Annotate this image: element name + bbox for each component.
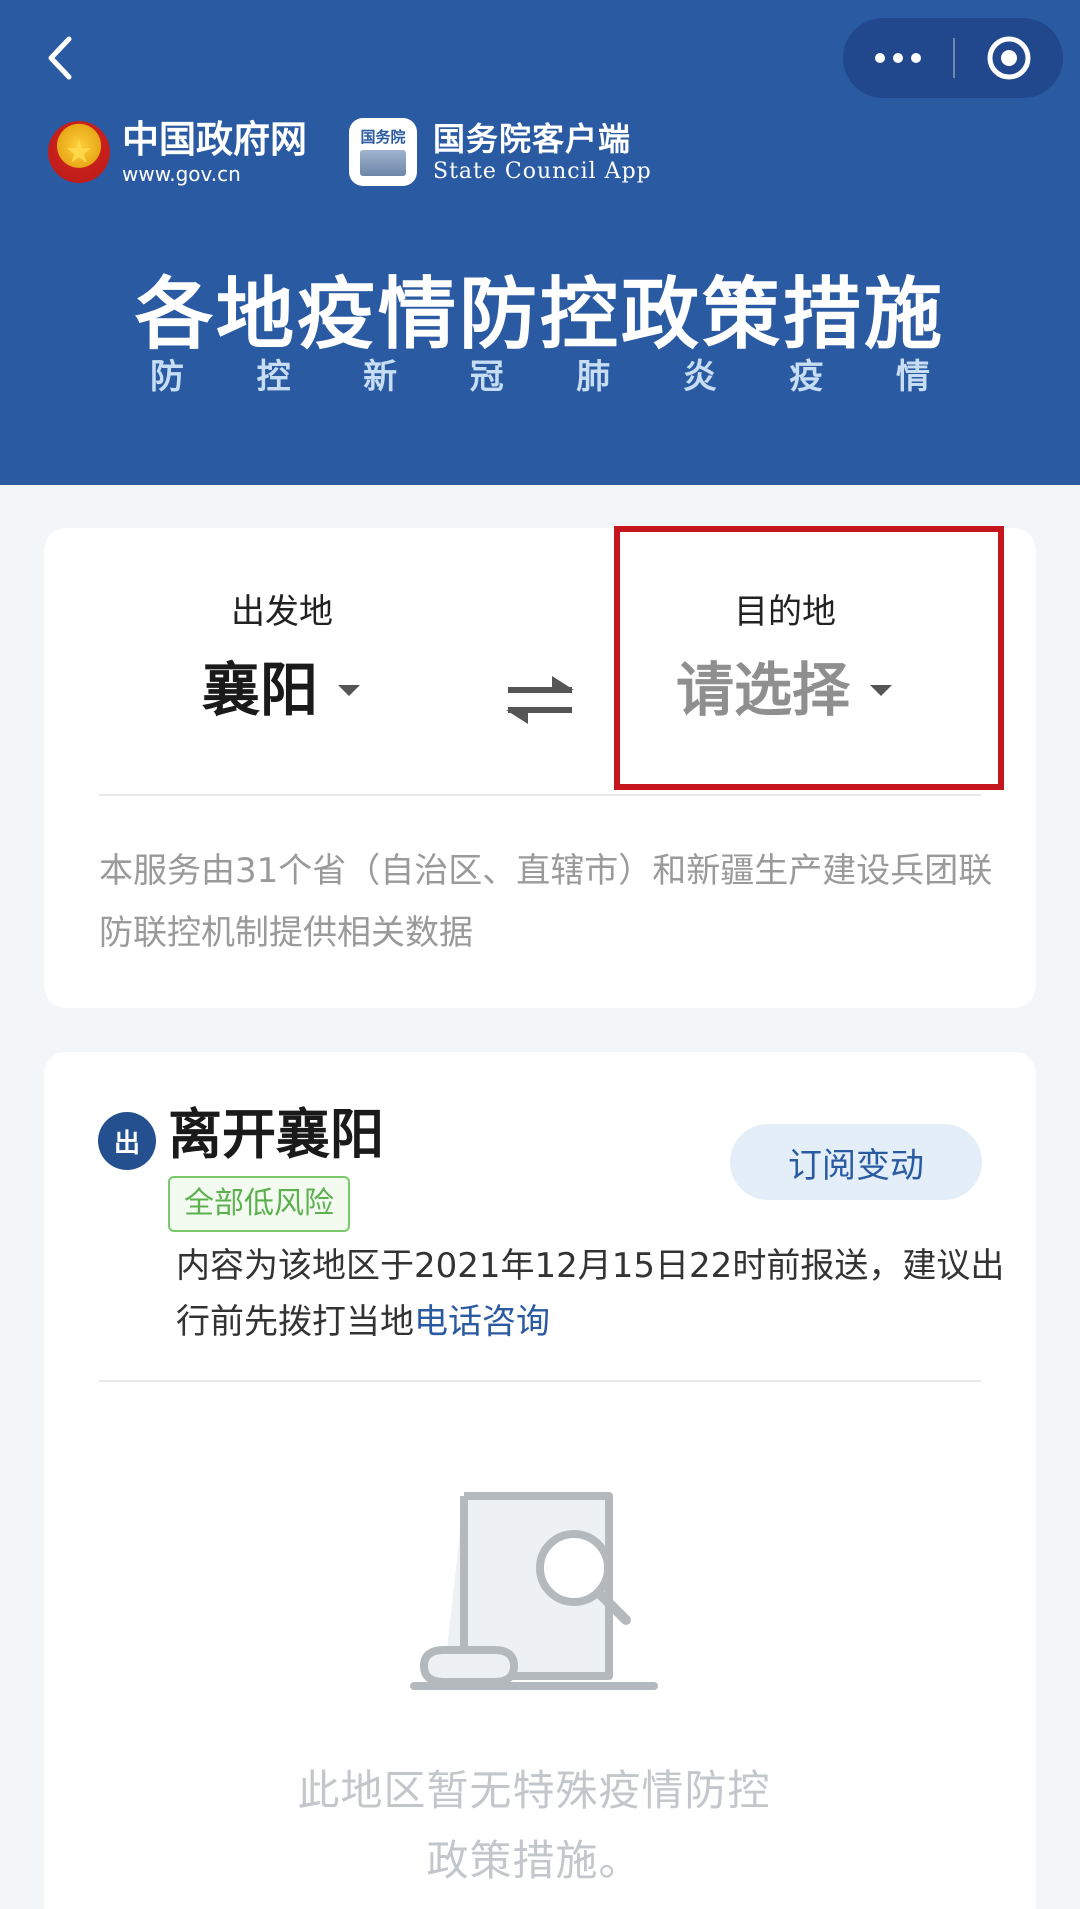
app-name: 国务院客户端 xyxy=(433,120,632,158)
report-info: 内容为该地区于2021年12月15日22时前报送，建议出行前先拨打当地电话咨询 xyxy=(176,1238,1006,1350)
subtitle-char: 疫 xyxy=(789,357,824,397)
close-button[interactable] xyxy=(955,18,1063,98)
document-search-icon xyxy=(410,1492,658,1690)
risk-level-tag: 全部低风险 xyxy=(168,1176,350,1232)
report-info-text: 内容为该地区于2021年12月15日22时前报送，建议出行前先拨打当地 xyxy=(176,1246,1005,1342)
empty-state-text: 此地区暂无特殊疫情防控 政策措施。 xyxy=(234,1756,834,1896)
subtitle-char: 肺 xyxy=(576,357,611,397)
target-icon xyxy=(987,36,1031,80)
page-title: 各地疫情防控政策措施 xyxy=(134,270,945,360)
divider xyxy=(99,1380,981,1382)
app-subname: State Council App xyxy=(433,159,652,184)
state-council-app-icon: 国务院 xyxy=(349,118,417,186)
route-card: 出发地 襄阳 目的地 请选择 本服务由31个省（自治区、直辖市）和新疆生产建设兵… xyxy=(44,526,1036,1008)
phone-consult-link[interactable]: 电话咨询 xyxy=(414,1302,550,1342)
destination-highlight-box xyxy=(614,526,1004,790)
national-emblem-icon xyxy=(48,121,110,183)
gov-site-url: www.gov.cn xyxy=(122,162,241,186)
back-button[interactable] xyxy=(30,28,90,88)
mini-program-capsule xyxy=(843,18,1063,98)
divider xyxy=(99,794,981,796)
more-dots-icon xyxy=(875,53,885,63)
subtitle-char: 控 xyxy=(256,357,291,397)
back-chevron-icon xyxy=(48,36,72,80)
logo-row: 中国政府网 www.gov.cn 国务院 国务院客户端 State Counci… xyxy=(48,112,652,192)
empty-line-2: 政策措施。 xyxy=(426,1836,642,1885)
origin-selector[interactable]: 襄阳 xyxy=(202,656,361,724)
subtitle-char: 炎 xyxy=(682,357,717,397)
caret-down-icon xyxy=(338,684,361,696)
app-icon-text: 国务院 xyxy=(360,128,406,146)
subtitle-char: 新 xyxy=(363,357,398,397)
subtitle-char: 冠 xyxy=(469,357,504,397)
state-council-app-logo: 国务院客户端 State Council App xyxy=(433,119,652,185)
header: 中国政府网 www.gov.cn 国务院 国务院客户端 State Counci… xyxy=(0,0,1080,485)
origin-value: 襄阳 xyxy=(202,656,319,724)
subtitle-char: 情 xyxy=(895,357,930,397)
building-icon xyxy=(360,150,406,176)
origin-label: 出发地 xyxy=(231,592,333,632)
data-source-note: 本服务由31个省（自治区、直辖市）和新疆生产建设兵团联防联控机制提供相关数据 xyxy=(99,851,993,953)
subtitle-char: 防 xyxy=(150,357,184,397)
empty-line-1: 此地区暂无特殊疫情防控 xyxy=(297,1766,771,1815)
gov-site-name: 中国政府网 xyxy=(122,118,307,161)
departure-title: 离开襄阳 xyxy=(168,1103,384,1166)
departure-policy-card: 出 离开襄阳 全部低风险 订阅变动 内容为该地区于2021年12月15日22时前… xyxy=(44,1052,1036,1909)
subscribe-changes-button[interactable]: 订阅变动 xyxy=(730,1124,982,1200)
more-button[interactable] xyxy=(843,18,953,98)
gov-site-logo: 中国政府网 www.gov.cn xyxy=(122,118,307,186)
page-subtitle: 防 控 新 冠 肺 炎 疫 情 xyxy=(150,355,930,399)
departure-badge: 出 xyxy=(98,1112,156,1170)
swap-arrows-icon[interactable] xyxy=(502,670,578,730)
